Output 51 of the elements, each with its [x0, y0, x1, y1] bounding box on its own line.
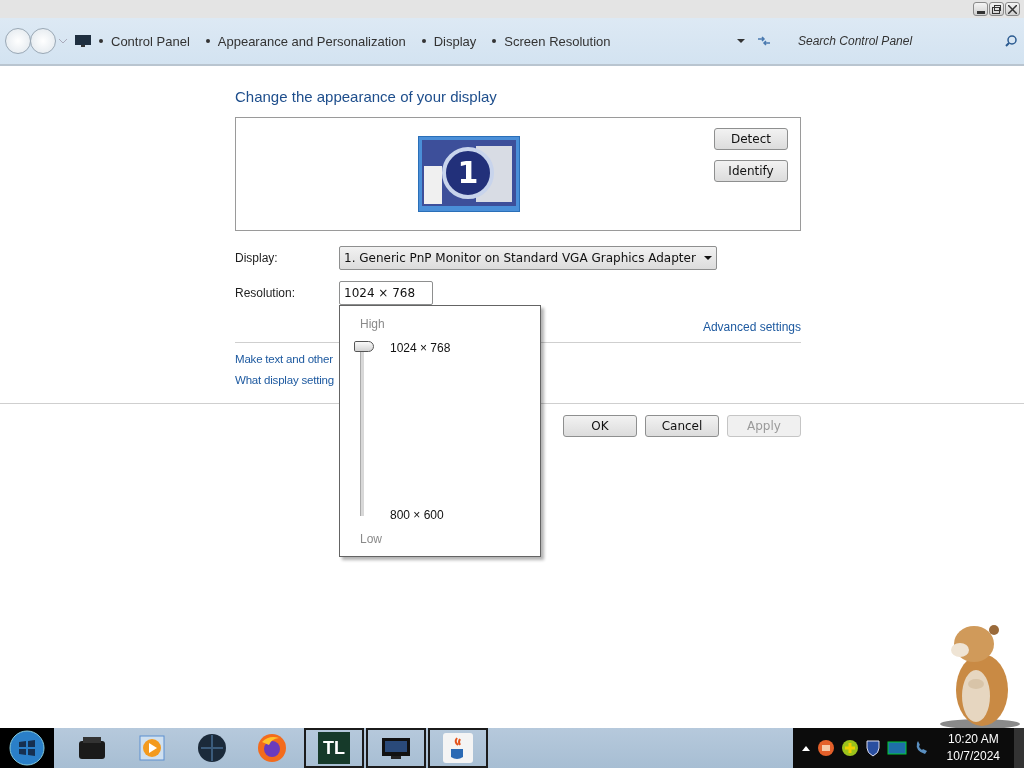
search-field[interactable]: Search Control Panel — [792, 29, 1024, 53]
dropdown-arrow-icon[interactable] — [736, 37, 746, 45]
help-link[interactable]: Make text and other — [235, 353, 333, 365]
help-link[interactable]: What display setting — [235, 374, 334, 386]
page-heading: Change the appearance of your display — [235, 88, 498, 105]
separator-icon — [421, 39, 426, 43]
advanced-settings-link[interactable]: Advanced settings — [702, 320, 801, 334]
breadcrumb[interactable]: Screen Resolution — [496, 33, 619, 49]
restore-icon — [992, 4, 1001, 14]
monitor-thumbnail[interactable]: 1 — [418, 136, 520, 212]
shield-icon[interactable] — [864, 739, 881, 757]
resolution-option[interactable]: 800 × 600 — [390, 508, 444, 522]
clock-time[interactable]: 10:20 AM — [947, 731, 999, 748]
field-label: Display: — [235, 251, 279, 265]
monitor-icon — [75, 35, 91, 47]
start-button[interactable] — [9, 730, 45, 766]
search-icon — [1004, 34, 1018, 48]
separator-icon — [492, 39, 497, 43]
globe-icon[interactable] — [197, 733, 227, 763]
round-app-icon[interactable] — [816, 739, 835, 757]
show-hidden-icons-icon[interactable] — [800, 744, 811, 752]
minimize-button[interactable] — [973, 2, 988, 16]
separator-icon — [99, 39, 103, 43]
preview-button[interactable]: Identify — [714, 160, 788, 182]
caret-icon — [703, 255, 712, 261]
low-label: Low — [360, 532, 382, 546]
dialog-button[interactable]: Cancel — [645, 415, 719, 437]
breadcrumb[interactable]: Control Panel — [103, 33, 198, 49]
app-icon[interactable]: TL — [318, 732, 350, 764]
slider-thumb[interactable] — [354, 341, 374, 352]
monitor-icon[interactable] — [381, 736, 411, 760]
preview-button[interactable]: Detect — [714, 128, 788, 150]
display-dropdown[interactable]: 1. Generic PnP Monitor on Standard VGA Graphics Adapter — [339, 246, 717, 270]
printer-icon[interactable] — [77, 735, 107, 761]
restore-button[interactable] — [989, 2, 1004, 16]
breadcrumb[interactable]: Appearance and Personalization — [209, 33, 414, 49]
close-icon — [1008, 4, 1017, 14]
dialog-button[interactable]: OK — [563, 415, 637, 437]
network-icon[interactable] — [886, 741, 907, 755]
fox-globe-icon[interactable] — [257, 733, 287, 763]
minimize-icon — [976, 10, 985, 14]
separator-icon — [205, 39, 210, 43]
clock-date[interactable]: 10/7/2024 — [946, 748, 1000, 765]
plus-circle-icon[interactable] — [840, 739, 859, 757]
resolution-option[interactable]: 1024 × 768 — [390, 341, 451, 355]
close-button[interactable] — [1005, 2, 1020, 16]
resolution-dropdown[interactable]: 1024 × 768 — [339, 281, 433, 305]
field-label: Resolution: — [235, 286, 297, 300]
high-label: High — [360, 317, 385, 331]
breadcrumb[interactable]: Display — [425, 33, 485, 49]
coffee-cup-icon[interactable] — [443, 733, 473, 763]
